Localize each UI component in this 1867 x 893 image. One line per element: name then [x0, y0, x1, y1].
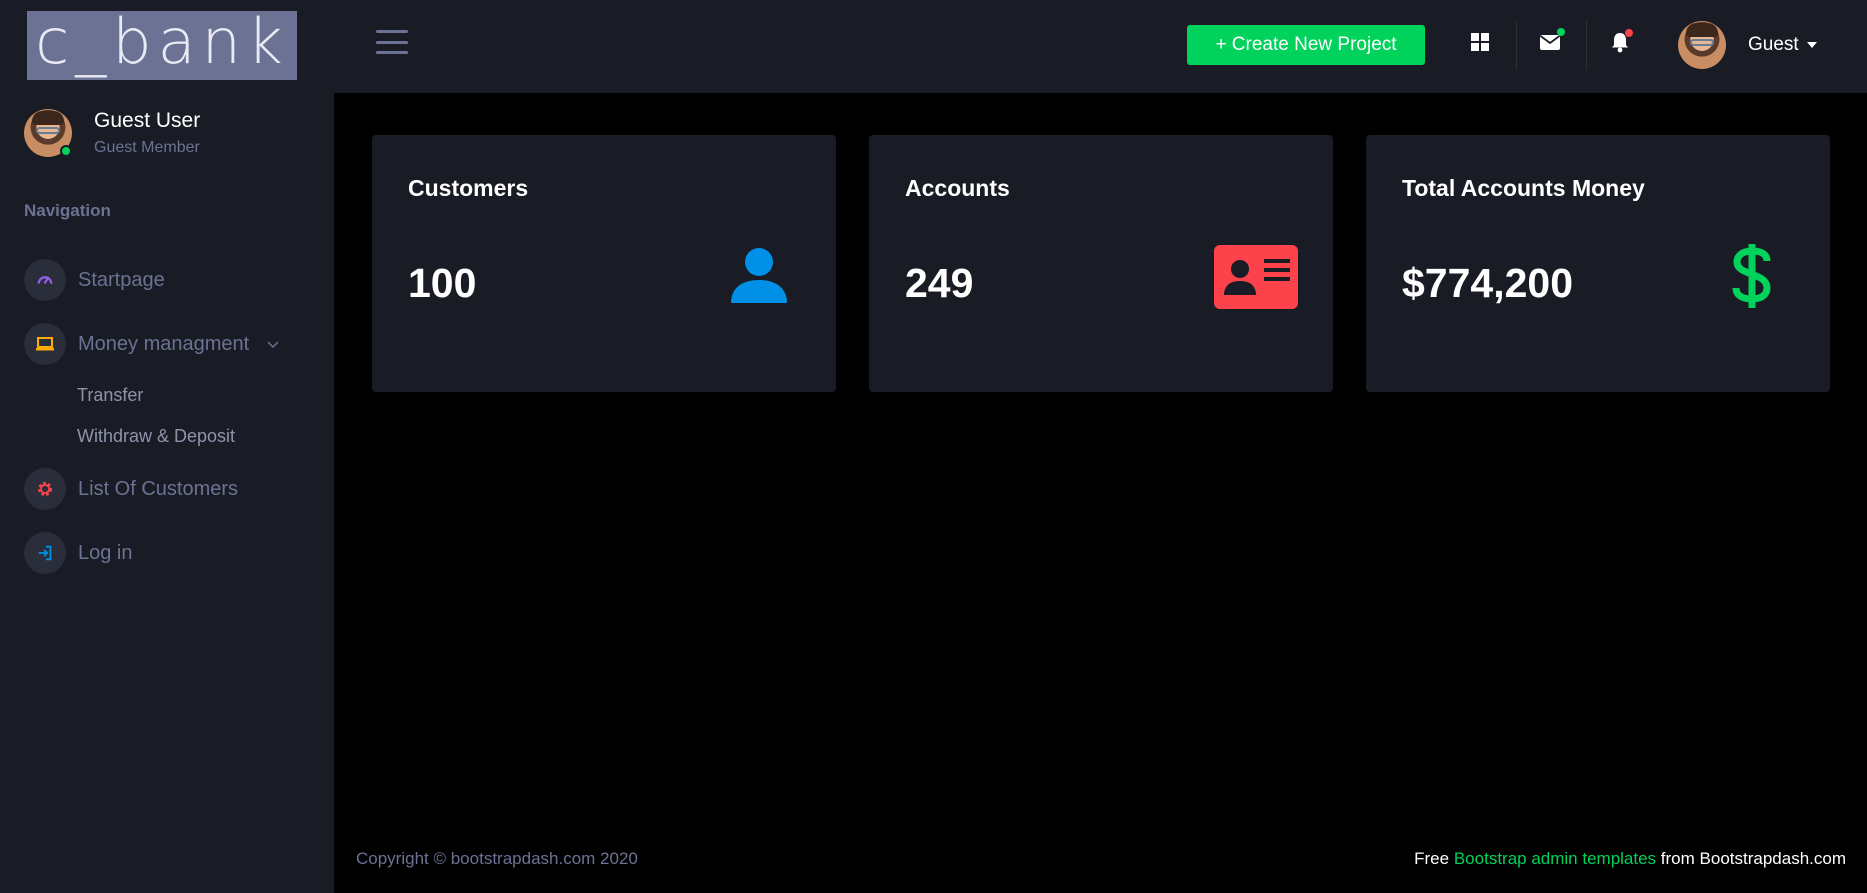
- divider: [1516, 20, 1517, 70]
- grid-icon[interactable]: [1466, 28, 1494, 56]
- divider: [1586, 20, 1587, 70]
- sidebar-item-label: List Of Customers: [78, 477, 239, 500]
- user-icon: [730, 246, 788, 309]
- menu-toggle-icon[interactable]: [376, 30, 408, 54]
- total-money-card: Total Accounts Money $774,200: [1366, 135, 1830, 392]
- dollar-icon: [1730, 243, 1774, 314]
- footer-bootstrap-link[interactable]: Bootstrap admin templates: [1454, 849, 1656, 868]
- card-title: Accounts: [905, 175, 1010, 201]
- profile-name: Guest User: [94, 109, 201, 132]
- user-dropdown[interactable]: Guest: [1748, 34, 1817, 56]
- card-value: 100: [408, 260, 477, 306]
- online-status-dot: [60, 144, 72, 157]
- sidebar-profile: Guest User Guest Member: [24, 108, 200, 157]
- sidebar-item-list-of-customers[interactable]: List Of Customers: [24, 468, 238, 510]
- card-title: Total Accounts Money: [1402, 175, 1645, 201]
- sidebar-item-label: Money managment: [78, 332, 250, 355]
- user-label: Guest: [1748, 34, 1799, 55]
- nav-heading: Navigation: [24, 201, 111, 220]
- customers-card: Customers 100: [372, 135, 836, 392]
- mail-badge: [1557, 28, 1565, 36]
- accounts-card: Accounts 249: [869, 135, 1333, 392]
- login-icon: [24, 532, 66, 574]
- footer-copyright: Copyright © bootstrapdash.com 2020: [356, 849, 638, 868]
- card-title: Customers: [408, 175, 529, 201]
- gear-icon: [24, 468, 66, 510]
- brand-logo[interactable]: c_bank: [27, 11, 297, 80]
- sidebar-item-label: Log in: [78, 541, 133, 564]
- top-navbar: + Create New Project Guest: [334, 0, 1867, 93]
- sidebar-subitem-withdraw-deposit[interactable]: Withdraw & Deposit: [77, 426, 235, 447]
- footer-free: Free: [1414, 849, 1450, 868]
- avatar[interactable]: [1678, 21, 1726, 69]
- sidebar-item-label: Startpage: [78, 268, 165, 291]
- sidebar-item-money-management[interactable]: Money managment: [24, 323, 279, 365]
- footer-from: from Bootstrapdash.com: [1660, 849, 1846, 868]
- laptop-icon: [24, 323, 66, 365]
- footer-credit: Free Bootstrap admin templates from Boot…: [1414, 849, 1846, 869]
- speedometer-icon: [24, 259, 66, 301]
- card-value: 249: [905, 260, 974, 306]
- caret-down-icon: [1806, 42, 1817, 48]
- notification-badge: [1625, 29, 1633, 37]
- logo-text: c_bank: [35, 11, 289, 78]
- sidebar-subitem-transfer[interactable]: Transfer: [77, 385, 143, 406]
- card-value: $774,200: [1402, 260, 1574, 306]
- sidebar-item-log-in[interactable]: Log in: [24, 532, 133, 574]
- profile-role: Guest Member: [94, 139, 200, 157]
- avatar: [24, 108, 72, 157]
- mail-icon[interactable]: [1536, 28, 1565, 56]
- id-card-icon: [1214, 245, 1298, 314]
- sidebar: c_bank Guest User Guest Member Navigatio…: [0, 0, 334, 893]
- bell-icon[interactable]: [1606, 28, 1634, 56]
- create-new-project-button[interactable]: + Create New Project: [1187, 25, 1425, 65]
- sidebar-item-startpage[interactable]: Startpage: [24, 259, 165, 301]
- chevron-down-icon: [267, 337, 279, 352]
